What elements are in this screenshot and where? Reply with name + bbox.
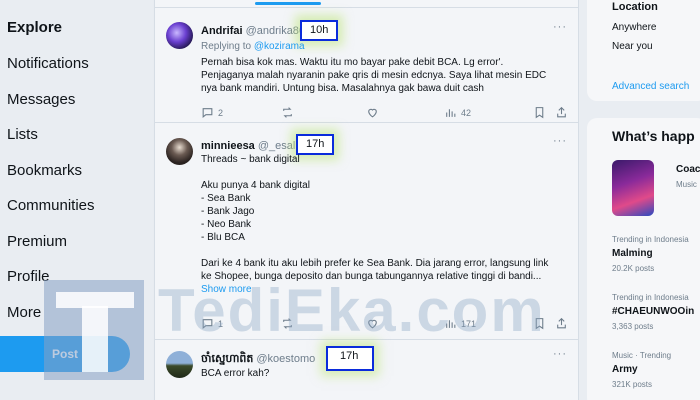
tweet-text-line: Penjaganya malah nyaranin pake qris di m…: [201, 70, 547, 81]
tweet-text-line: - Bank Jago: [201, 206, 255, 217]
share-icon: [557, 106, 566, 118]
nav-item-messages[interactable]: Messages: [7, 91, 75, 108]
avatar[interactable]: [166, 351, 193, 378]
trend-context: Music · Trending: [612, 351, 672, 360]
tweet-text-line: BCA error kah?: [201, 368, 270, 379]
tweet-text-line: Aku punya 4 bank digital: [201, 180, 310, 191]
author-name[interactable]: ចាំស្នេហាពិត: [201, 353, 253, 365]
tweet-text-line: - Blu BCA: [201, 232, 245, 243]
repost-icon: [283, 107, 292, 118]
reply-context: Replying to @kozirama: [201, 40, 573, 53]
more-options-icon[interactable]: ···: [553, 135, 567, 147]
tweet-text-line: [201, 244, 573, 257]
watermark-logo-t: [82, 306, 108, 372]
avatar[interactable]: [166, 22, 193, 49]
nav-item-communities[interactable]: Communities: [7, 197, 95, 214]
advanced-search-link[interactable]: Advanced search: [612, 81, 689, 92]
trend-name[interactable]: #CHAEUNWOOin: [612, 306, 694, 317]
event-thumbnail[interactable]: [612, 160, 654, 216]
whats-happening-card: What’s happ Coac Music Trending in Indon…: [587, 118, 700, 400]
bookmark-icon: [535, 107, 544, 119]
tweet-text-line: Pernah bisa kok mas. Waktu itu mo bayar …: [201, 57, 504, 68]
trend-count: 321K posts: [612, 380, 653, 389]
nav-item-explore[interactable]: Explore: [7, 19, 62, 36]
avatar[interactable]: [166, 138, 193, 165]
share-icon: [557, 317, 566, 329]
nav-item-bookmarks[interactable]: Bookmarks: [7, 162, 82, 179]
like-button[interactable]: [366, 106, 383, 119]
reply-button[interactable]: 2: [201, 106, 223, 119]
tweet[interactable]: Andrifai @andrika86 10h ··· Replying to @…: [155, 8, 578, 123]
trend-count: 3,363 posts: [612, 322, 654, 331]
nav-item-lists[interactable]: Lists: [7, 126, 38, 143]
views-icon: [446, 109, 456, 117]
tweet-text-line: nya bank mandiri. Untung bisa. Masalahny…: [201, 83, 484, 94]
trend-name[interactable]: Army: [612, 364, 638, 375]
more-options-icon[interactable]: ···: [553, 348, 567, 360]
author-name[interactable]: Andrifai: [201, 25, 243, 37]
tab-indicator: [255, 2, 321, 5]
trend-context: Trending in Indonesia: [612, 293, 689, 302]
search-filters-card: Location Anywhere Near you Advanced sear…: [587, 0, 700, 101]
tweet[interactable]: ចាំស្នេហាពិត @koestomo 17h ··· BCA error …: [155, 341, 578, 400]
reply-count: 2: [218, 107, 224, 118]
reply-to-link[interactable]: @kozirama: [254, 41, 305, 52]
right-sidebar: Location Anywhere Near you Advanced sear…: [579, 0, 700, 400]
tweet-text-line: - Neo Bank: [201, 219, 252, 230]
whats-happening-title: What’s happ: [612, 128, 695, 144]
tweet-text-line: Threads ~ bank digital: [201, 154, 300, 165]
event-subtitle: Music: [676, 180, 697, 189]
tweet-timestamp[interactable]: 10h: [300, 20, 339, 41]
trend-context: Trending in Indonesia: [612, 235, 689, 244]
trend-name[interactable]: Malming: [612, 248, 653, 259]
nav-item-more[interactable]: More: [7, 304, 41, 321]
tweet-actions: 2 42: [201, 106, 573, 120]
nav-item-notifications[interactable]: Notifications: [7, 55, 89, 72]
author-handle[interactable]: @andrika86: [246, 25, 305, 37]
location-title: Location: [612, 1, 658, 13]
views-button[interactable]: 42: [444, 106, 471, 119]
author-handle[interactable]: @koestomo: [256, 353, 315, 365]
reply-icon: [202, 108, 213, 118]
author-name[interactable]: minnieesa: [201, 140, 255, 152]
tweet-text-line: - Sea Bank: [201, 193, 251, 204]
location-anywhere[interactable]: Anywhere: [612, 22, 656, 33]
trend-count: 20.2K posts: [612, 264, 655, 273]
tweet-text-line: [201, 166, 573, 179]
watermark-text: TediEka.com: [158, 277, 546, 344]
location-near-you[interactable]: Near you: [612, 41, 653, 52]
share-button[interactable]: [555, 317, 572, 330]
reply-prefix: Replying to: [201, 41, 254, 52]
heart-icon: [368, 108, 377, 118]
nav-item-premium[interactable]: Premium: [7, 233, 67, 250]
bookmark-button[interactable]: [533, 106, 550, 119]
views-count: 42: [461, 107, 472, 118]
more-options-icon[interactable]: ···: [553, 21, 567, 33]
share-button[interactable]: [555, 106, 572, 119]
event-title[interactable]: Coac: [676, 164, 700, 175]
repost-button[interactable]: [281, 106, 298, 119]
tweet-text-line: Dari ke 4 bank itu aku lebih prefer ke S…: [201, 258, 549, 269]
tweet-timestamp[interactable]: 17h: [296, 134, 335, 155]
